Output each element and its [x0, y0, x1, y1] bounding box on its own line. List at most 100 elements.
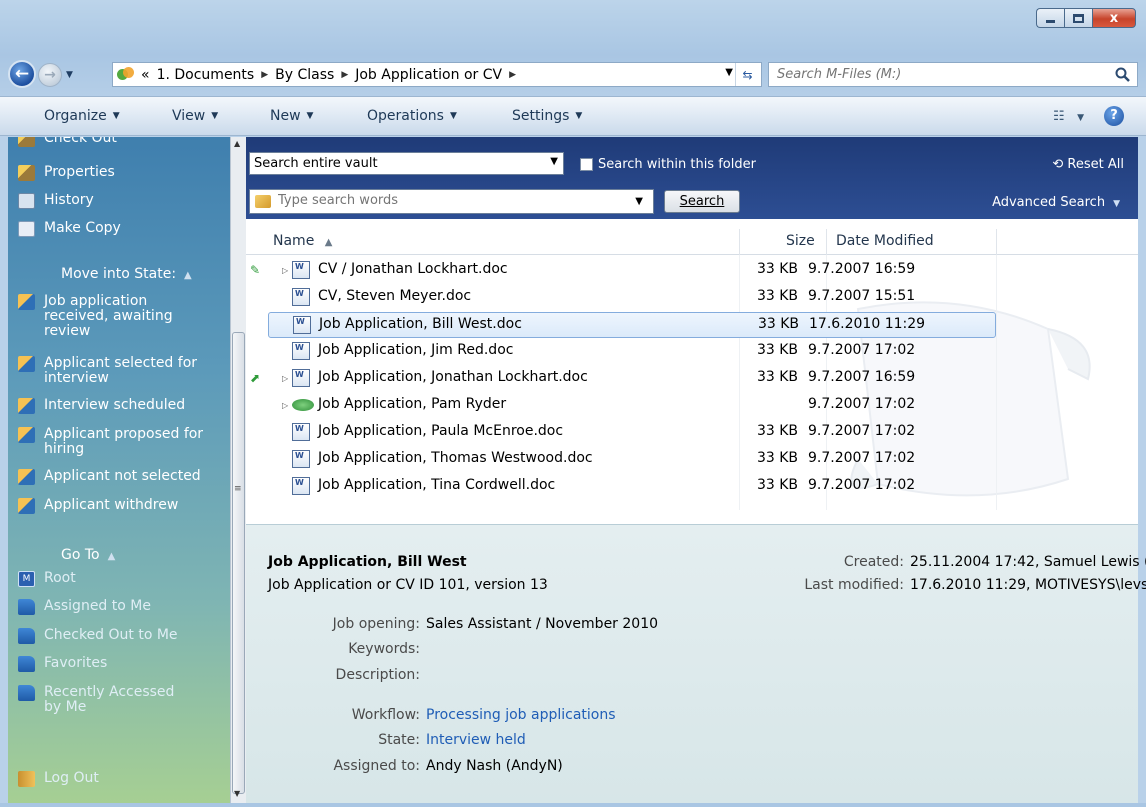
- checkbox-box[interactable]: [580, 158, 593, 171]
- scroll-down-icon[interactable]: ▼: [234, 789, 240, 798]
- column-size[interactable]: Size: [786, 233, 815, 249]
- minimize-button[interactable]: [1036, 8, 1064, 28]
- recent-pages-dropdown[interactable]: ▼: [66, 70, 73, 80]
- maximize-button[interactable]: [1064, 8, 1092, 28]
- chevron-down-icon: ▼: [1113, 199, 1120, 209]
- close-button[interactable]: x: [1092, 8, 1136, 28]
- new-menu[interactable]: New ▼: [270, 108, 313, 124]
- breadcrumb-separator-icon[interactable]: ▶: [261, 70, 268, 80]
- file-list: Name ▲ Size Date Modified ▷ W CV / Jonatha…: [246, 219, 1138, 524]
- breadcrumb-documents[interactable]: 1. Documents: [157, 67, 255, 83]
- back-button[interactable]: ←: [8, 60, 36, 88]
- assigned-to-value[interactable]: Andy Nash (AndyN): [426, 758, 563, 774]
- organize-menu[interactable]: Organize ▼: [44, 108, 120, 124]
- back-arrow-icon: ←: [14, 64, 30, 84]
- table-row[interactable]: W Job Application, Bill West.doc 33 KB 17.6…: [268, 312, 996, 338]
- file-size: 33 KB: [756, 477, 798, 493]
- table-row[interactable]: ▷ W Job Application, Jonathan Lockhart.doc…: [268, 366, 996, 392]
- goto-root[interactable]: M Root: [18, 571, 214, 587]
- go-to-header[interactable]: Go To ▲: [61, 547, 115, 563]
- search-box[interactable]: [768, 62, 1138, 87]
- search-words-input[interactable]: [278, 193, 608, 208]
- goto-label: Root: [44, 570, 76, 586]
- breadcrumb-separator-icon[interactable]: ▶: [509, 70, 516, 80]
- expand-icon[interactable]: ▷: [282, 266, 288, 275]
- search-input[interactable]: [777, 67, 1097, 82]
- breadcrumb-overflow[interactable]: «: [141, 67, 150, 83]
- job-opening-value[interactable]: Sales Assistant / November 2010: [426, 616, 658, 632]
- make-copy-action[interactable]: Make Copy: [18, 221, 214, 237]
- table-row[interactable]: W Job Application, Thomas Westwood.doc 33 …: [268, 447, 996, 473]
- chevron-down-icon: ▼: [1077, 113, 1084, 123]
- state-action[interactable]: Applicant proposed for hiring: [18, 427, 214, 457]
- goto-assigned-to-me[interactable]: Assigned to Me: [18, 599, 214, 615]
- advanced-search-label: Advanced Search: [992, 195, 1106, 210]
- breadcrumb-job-application[interactable]: Job Application or CV: [355, 67, 502, 83]
- column-header: Name ▲ Size Date Modified: [246, 229, 1138, 255]
- log-out-action[interactable]: Log Out: [18, 771, 214, 787]
- help-button[interactable]: ?: [1104, 106, 1124, 126]
- search-within-folder-checkbox[interactable]: Search within this folder: [580, 157, 756, 172]
- state-action[interactable]: Applicant not selected: [18, 469, 214, 485]
- reset-all-link[interactable]: ⟲ Reset All: [1052, 157, 1124, 172]
- search-words-field[interactable]: ▼: [249, 189, 654, 214]
- column-name[interactable]: Name ▲: [273, 233, 332, 249]
- chevron-down-icon[interactable]: ▼: [635, 196, 643, 207]
- move-into-state-header[interactable]: Move into State: ▲: [61, 266, 192, 282]
- state-action[interactable]: Applicant selected for interview: [18, 356, 214, 386]
- column-divider[interactable]: [739, 229, 740, 255]
- search-scope-select[interactable]: Search entire vault ▼: [249, 152, 564, 175]
- settings-menu[interactable]: Settings ▼: [512, 108, 582, 124]
- log-out-label: Log Out: [44, 770, 99, 786]
- operations-menu[interactable]: Operations ▼: [367, 108, 457, 124]
- task-pane-scrollbar[interactable]: ▲ ≡ ▼: [230, 137, 246, 803]
- chevron-down-icon: ▼: [575, 111, 583, 121]
- breadcrumb-separator-icon[interactable]: ▶: [341, 70, 348, 80]
- table-row[interactable]: W CV, Steven Meyer.doc 33 KB 9.7.2007 15:51: [268, 285, 996, 311]
- state-action[interactable]: Interview scheduled: [18, 398, 214, 414]
- column-divider[interactable]: [826, 229, 827, 255]
- address-bar[interactable]: « 1. Documents ▶ By Class ▶ Job Applicat…: [112, 62, 762, 87]
- goto-checked-out-to-me[interactable]: Checked Out to Me: [18, 628, 214, 644]
- check-out-action[interactable]: Check Out: [18, 137, 214, 147]
- table-row[interactable]: W Job Application, Tina Cordwell.doc 33 KB…: [268, 474, 996, 500]
- table-row[interactable]: ▷ Job Application, Pam Ryder 9.7.2007 17:0…: [268, 393, 996, 419]
- section-title: Move into State:: [61, 266, 177, 282]
- folder-icon: [18, 628, 35, 644]
- search-icon[interactable]: [1115, 67, 1131, 83]
- minimize-icon: [1046, 19, 1055, 23]
- table-row[interactable]: W Job Application, Jim Red.doc 33 KB 9.7.20…: [268, 339, 996, 365]
- table-row[interactable]: ▷ W CV / Jonathan Lockhart.doc 33 KB 9.7.200…: [268, 258, 996, 284]
- file-date-modified: 9.7.2007 16:59: [808, 261, 916, 277]
- table-row[interactable]: W Job Application, Paula McEnroe.doc 33 KB…: [268, 420, 996, 446]
- scroll-up-icon[interactable]: ▲: [234, 139, 240, 148]
- column-divider[interactable]: [996, 229, 997, 255]
- workflow-link[interactable]: Processing job applications: [426, 707, 616, 723]
- checked-out-icon: ✎: [250, 263, 261, 277]
- history-action[interactable]: History: [18, 193, 214, 209]
- forward-button[interactable]: →: [38, 63, 62, 87]
- state-action[interactable]: Job application received, awaiting revie…: [18, 294, 214, 339]
- properties-icon: [18, 165, 35, 181]
- organize-label: Organize: [44, 108, 107, 124]
- breadcrumb-by-class[interactable]: By Class: [275, 67, 334, 83]
- address-dropdown-icon[interactable]: ▼: [725, 67, 733, 78]
- scrollbar-thumb[interactable]: [232, 332, 245, 794]
- expand-icon[interactable]: ▷: [282, 401, 288, 410]
- column-date-modified[interactable]: Date Modified: [836, 233, 934, 249]
- properties-action[interactable]: Properties: [18, 165, 214, 181]
- make-copy-label: Make Copy: [44, 220, 121, 236]
- advanced-search-toggle[interactable]: Advanced Search ▼: [992, 195, 1120, 210]
- history-icon: [18, 193, 35, 209]
- search-panel: Search entire vault ▼ Search within this …: [246, 137, 1138, 219]
- state-action[interactable]: Applicant withdrew: [18, 498, 214, 514]
- search-button[interactable]: Search: [664, 190, 740, 213]
- state-link[interactable]: Interview held: [426, 732, 526, 748]
- refresh-button[interactable]: ⇆: [735, 63, 759, 86]
- workflow-state-icon: [18, 356, 35, 372]
- goto-favorites[interactable]: Favorites: [18, 656, 214, 672]
- view-options-button[interactable]: ☷ ▼: [1053, 109, 1084, 124]
- view-menu[interactable]: View ▼: [172, 108, 218, 124]
- expand-icon[interactable]: ▷: [282, 374, 288, 383]
- goto-recently-accessed[interactable]: Recently Accessed by Me: [18, 685, 194, 715]
